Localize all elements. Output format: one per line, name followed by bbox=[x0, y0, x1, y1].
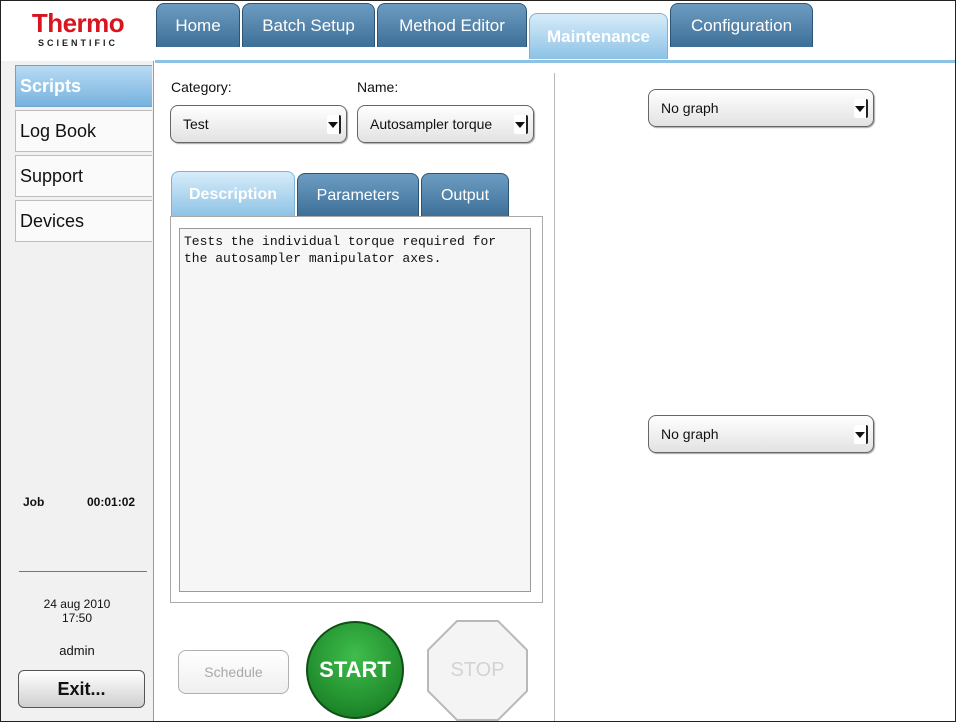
tab-batch-setup[interactable]: Batch Setup bbox=[242, 3, 375, 47]
tab-parameters[interactable]: Parameters bbox=[297, 173, 419, 217]
name-label: Name: bbox=[357, 79, 399, 95]
chevron-down-icon bbox=[514, 115, 528, 134]
chevron-down-icon bbox=[854, 99, 868, 118]
category-select[interactable]: Test bbox=[170, 105, 347, 143]
column-divider bbox=[554, 73, 555, 721]
schedule-button[interactable]: Schedule bbox=[178, 650, 289, 694]
category-select-value: Test bbox=[183, 116, 209, 132]
stop-button[interactable]: STOP bbox=[427, 620, 528, 721]
start-button[interactable]: START bbox=[306, 621, 404, 719]
tab-output[interactable]: Output bbox=[421, 173, 509, 217]
tab-home[interactable]: Home bbox=[156, 3, 240, 47]
tab-configuration[interactable]: Configuration bbox=[670, 3, 813, 47]
sidebar-item-log-book[interactable]: Log Book bbox=[15, 110, 152, 152]
graph-select-bottom[interactable]: No graph bbox=[648, 415, 874, 453]
job-timer: 00:01:02 bbox=[87, 495, 136, 509]
script-name-select-value: Autosampler torque bbox=[370, 116, 493, 132]
current-user: admin bbox=[59, 643, 95, 658]
logo-wordmark: Thermo bbox=[31, 8, 125, 38]
app-window: Thermo SCIENTIFIC Home Batch Setup Metho… bbox=[0, 0, 956, 722]
tab-description[interactable]: Description bbox=[171, 171, 295, 217]
exit-button[interactable]: Exit... bbox=[18, 670, 145, 708]
sidebar-divider bbox=[19, 571, 147, 572]
description-text: Tests the individual torque required for… bbox=[179, 228, 531, 592]
current-time: 17:50 bbox=[61, 611, 93, 625]
chevron-down-icon bbox=[327, 115, 341, 134]
graph-select-bottom-value: No graph bbox=[661, 426, 719, 442]
current-date: 24 aug 2010 bbox=[43, 597, 111, 611]
tab-maintenance[interactable]: Maintenance bbox=[529, 13, 668, 59]
nav-underline bbox=[155, 60, 955, 63]
sidebar: Scripts Log Book Support Devices Job 00:… bbox=[1, 61, 154, 721]
sidebar-item-devices[interactable]: Devices bbox=[15, 200, 152, 242]
graph-select-top[interactable]: No graph bbox=[648, 89, 874, 127]
script-name-select[interactable]: Autosampler torque bbox=[357, 105, 534, 143]
sidebar-item-scripts[interactable]: Scripts bbox=[15, 65, 152, 107]
thermo-scientific-logo: Thermo SCIENTIFIC bbox=[3, 4, 153, 60]
sidebar-item-support[interactable]: Support bbox=[15, 155, 152, 197]
logo-subtitle: SCIENTIFIC bbox=[37, 38, 118, 48]
stop-button-label: STOP bbox=[450, 659, 505, 681]
tab-method-editor[interactable]: Method Editor bbox=[377, 3, 527, 47]
job-label: Job bbox=[23, 495, 45, 509]
category-label: Category: bbox=[171, 79, 232, 95]
chevron-down-icon bbox=[854, 425, 868, 444]
graph-select-top-value: No graph bbox=[661, 100, 719, 116]
